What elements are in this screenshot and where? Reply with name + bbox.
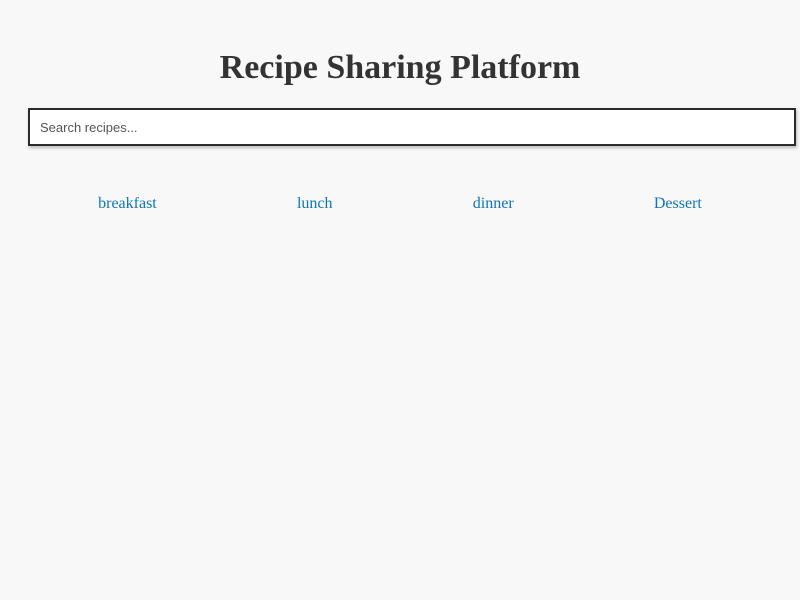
search-input[interactable] xyxy=(30,110,794,144)
search-box xyxy=(28,108,796,146)
category-nav: breakfast lunch dinner Dessert xyxy=(28,192,772,216)
category-link-dessert[interactable]: Dessert xyxy=(654,193,702,215)
category-link-breakfast[interactable]: breakfast xyxy=(98,193,157,215)
category-link-dinner[interactable]: dinner xyxy=(473,193,514,215)
page-title: Recipe Sharing Platform xyxy=(219,49,581,86)
category-link-lunch[interactable]: lunch xyxy=(297,193,333,215)
